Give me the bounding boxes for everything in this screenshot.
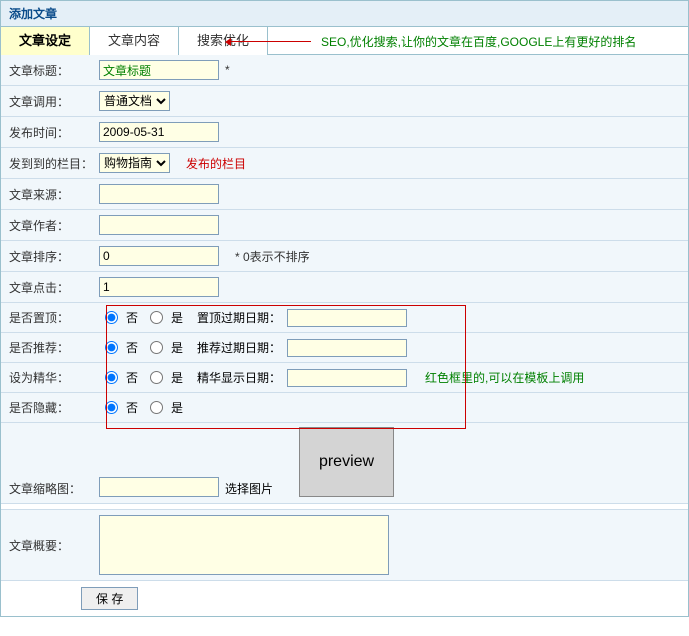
label-hits: 文章点击： bbox=[9, 279, 99, 296]
sort-input[interactable] bbox=[99, 246, 219, 266]
recommend-no-radio[interactable] bbox=[105, 341, 118, 354]
label-top: 是否置顶： bbox=[9, 309, 99, 326]
essence-date-input[interactable] bbox=[287, 369, 407, 387]
label-essence: 设为精华： bbox=[9, 369, 99, 386]
label-author: 文章作者： bbox=[9, 217, 99, 234]
author-input[interactable] bbox=[99, 215, 219, 235]
pubtime-input[interactable] bbox=[99, 122, 219, 142]
essence-yes-radio[interactable] bbox=[150, 371, 163, 384]
title-input[interactable] bbox=[99, 60, 219, 80]
top-date-input[interactable] bbox=[287, 309, 407, 327]
label-summary: 文章概要： bbox=[9, 537, 99, 554]
label-recommend: 是否推荐： bbox=[9, 339, 99, 356]
column-note: 发布的栏目 bbox=[186, 155, 246, 172]
column-select[interactable]: 购物指南 bbox=[99, 153, 170, 173]
call-select[interactable]: 普通文档 bbox=[99, 91, 170, 111]
hidden-yes-label: 是 bbox=[171, 399, 183, 416]
tab-article-settings[interactable]: 文章设定 bbox=[1, 27, 90, 55]
top-no-label: 否 bbox=[126, 309, 138, 326]
summary-textarea[interactable] bbox=[99, 515, 389, 575]
label-call: 文章调用： bbox=[9, 93, 99, 110]
recommend-no-label: 否 bbox=[126, 339, 138, 356]
recommend-yes-label: 是 bbox=[171, 339, 183, 356]
arrow-icon bbox=[231, 41, 311, 42]
thumb-input[interactable] bbox=[99, 477, 219, 497]
label-hidden: 是否隐藏： bbox=[9, 399, 99, 416]
recommend-yes-radio[interactable] bbox=[150, 341, 163, 354]
top-date-label: 置顶过期日期： bbox=[197, 309, 281, 326]
recommend-date-label: 推荐过期日期： bbox=[197, 339, 281, 356]
page-title: 添加文章 bbox=[1, 1, 688, 27]
label-column: 发到到的栏目： bbox=[9, 155, 99, 172]
top-yes-label: 是 bbox=[171, 309, 183, 326]
recommend-date-input[interactable] bbox=[287, 339, 407, 357]
label-title: 文章标题： bbox=[9, 62, 99, 79]
required-star: * bbox=[225, 63, 230, 77]
redbox-note: 红色框里的,可以在模板上调用 bbox=[425, 369, 584, 386]
seo-annotation: SEO,优化搜索,让你的文章在百度,GOOGLE上有更好的排名 bbox=[231, 33, 636, 50]
hidden-yes-radio[interactable] bbox=[150, 401, 163, 414]
top-yes-radio[interactable] bbox=[150, 311, 163, 324]
sort-hint: * 0表示不排序 bbox=[235, 248, 310, 265]
label-sort: 文章排序： bbox=[9, 248, 99, 265]
label-pubtime: 发布时间： bbox=[9, 124, 99, 141]
essence-date-label: 精华显示日期： bbox=[197, 369, 281, 386]
hidden-no-label: 否 bbox=[126, 399, 138, 416]
seo-note-text: SEO,优化搜索,让你的文章在百度,GOOGLE上有更好的排名 bbox=[321, 33, 636, 50]
label-thumb: 文章缩略图： bbox=[9, 480, 99, 497]
label-source: 文章来源： bbox=[9, 186, 99, 203]
thumbnail-preview: preview bbox=[299, 427, 394, 497]
thumb-select-button[interactable]: 选择图片 bbox=[225, 480, 273, 497]
essence-no-radio[interactable] bbox=[105, 371, 118, 384]
source-input[interactable] bbox=[99, 184, 219, 204]
tab-bar: 文章设定 文章内容 搜索优化 SEO,优化搜索,让你的文章在百度,GOOGLE上… bbox=[1, 27, 688, 55]
essence-yes-label: 是 bbox=[171, 369, 183, 386]
essence-no-label: 否 bbox=[126, 369, 138, 386]
hits-input[interactable] bbox=[99, 277, 219, 297]
form-content: 文章标题： * 文章调用： 普通文档 发布时间： 发到到的栏目： bbox=[1, 55, 688, 581]
tab-article-content[interactable]: 文章内容 bbox=[90, 27, 179, 55]
hidden-no-radio[interactable] bbox=[105, 401, 118, 414]
top-no-radio[interactable] bbox=[105, 311, 118, 324]
save-button[interactable]: 保 存 bbox=[81, 587, 138, 610]
